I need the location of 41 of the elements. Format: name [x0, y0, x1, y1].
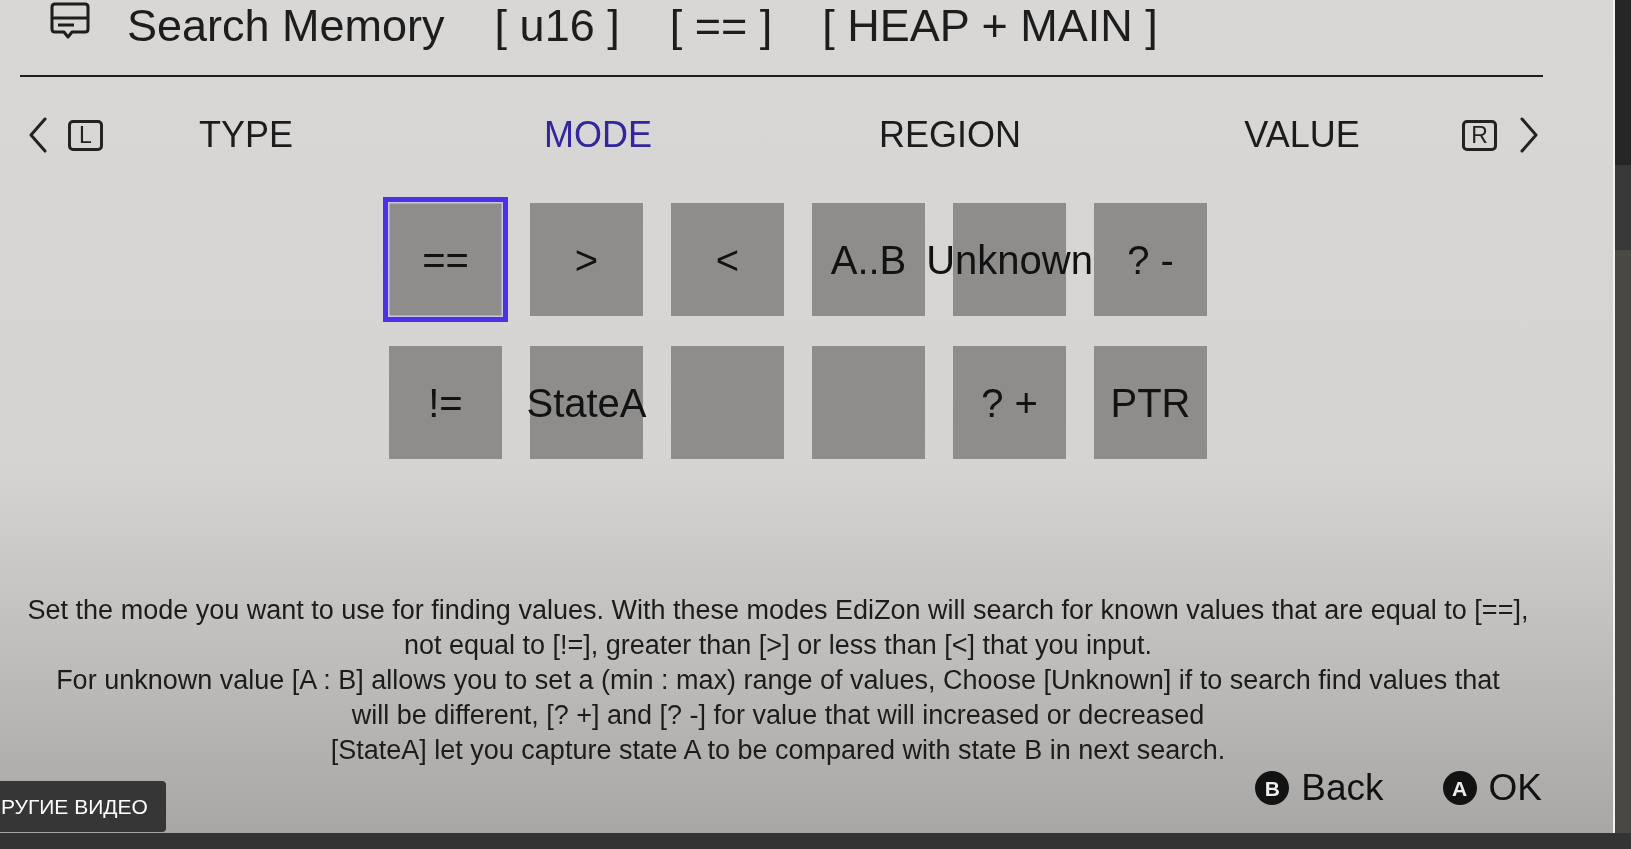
mode-button[interactable]: ? -	[1094, 203, 1207, 316]
chevron-left-icon	[28, 117, 48, 153]
mode-label: ? -	[1127, 236, 1174, 283]
face-key-glyph: B	[1255, 771, 1290, 805]
mode-button[interactable]: A..B	[812, 203, 925, 316]
chevron-right-icon	[1519, 117, 1539, 153]
mode-button[interactable]: ==	[383, 197, 508, 322]
mode-button[interactable]: !=	[389, 346, 502, 459]
footer-button[interactable]: B Back	[1255, 768, 1384, 808]
mode-label: !=	[428, 379, 463, 426]
shoulder-key-glyph: R	[1462, 119, 1497, 151]
mode-button[interactable]: ? +	[953, 346, 1066, 459]
description-line: For unknown value [A : B] allows you to set a (min : max) range of values, Choose [Unknown] if to search find values that	[56, 664, 1500, 697]
header-title: Search Memory	[127, 0, 445, 52]
mode-label: A..B	[830, 236, 907, 283]
header-tag: [ u16 ]	[494, 0, 620, 52]
tab[interactable]: REGION	[879, 114, 1021, 156]
tab[interactable]: VALUE	[1244, 114, 1360, 156]
face-key-glyph: A	[1442, 771, 1477, 805]
description-line: will be different, [? +] and [? -] for value that will increased or decreased	[351, 699, 1205, 732]
footer-button[interactable]: A OK	[1442, 768, 1542, 808]
mode-button[interactable]	[812, 346, 925, 459]
message-icon	[50, 2, 90, 40]
mode-label: ==	[422, 236, 469, 283]
description-line: Set the mode you want to use for finding values. With these modes EdiZon will search for known values that are equal to [==],	[27, 594, 1529, 627]
mode-label: >	[574, 236, 599, 283]
mode-button[interactable]: PTR	[1094, 346, 1207, 459]
tab[interactable]: MODE	[544, 114, 652, 156]
mode-button[interactable]: <	[671, 203, 784, 316]
description-line: not equal to [!=], greater than [>] or less than [<] that you input.	[403, 629, 1153, 662]
shoulder-key-glyph: L	[68, 119, 103, 151]
mode-label: <	[715, 236, 740, 283]
description-line: [StateA] let you capture state A to be compared with state B in next search.	[330, 734, 1226, 767]
mode-button[interactable]: >	[530, 203, 643, 316]
mode-label: ? +	[981, 379, 1038, 426]
mode-button[interactable]	[671, 346, 784, 459]
more-videos-button[interactable]: РУГИЕ ВИДЕО	[0, 781, 166, 832]
mode-label: PTR	[1110, 379, 1191, 426]
header-tag: [ == ]	[669, 0, 773, 52]
tab[interactable]: TYPE	[199, 114, 293, 156]
header-tag: [ HEAP + MAIN ]	[822, 0, 1158, 52]
